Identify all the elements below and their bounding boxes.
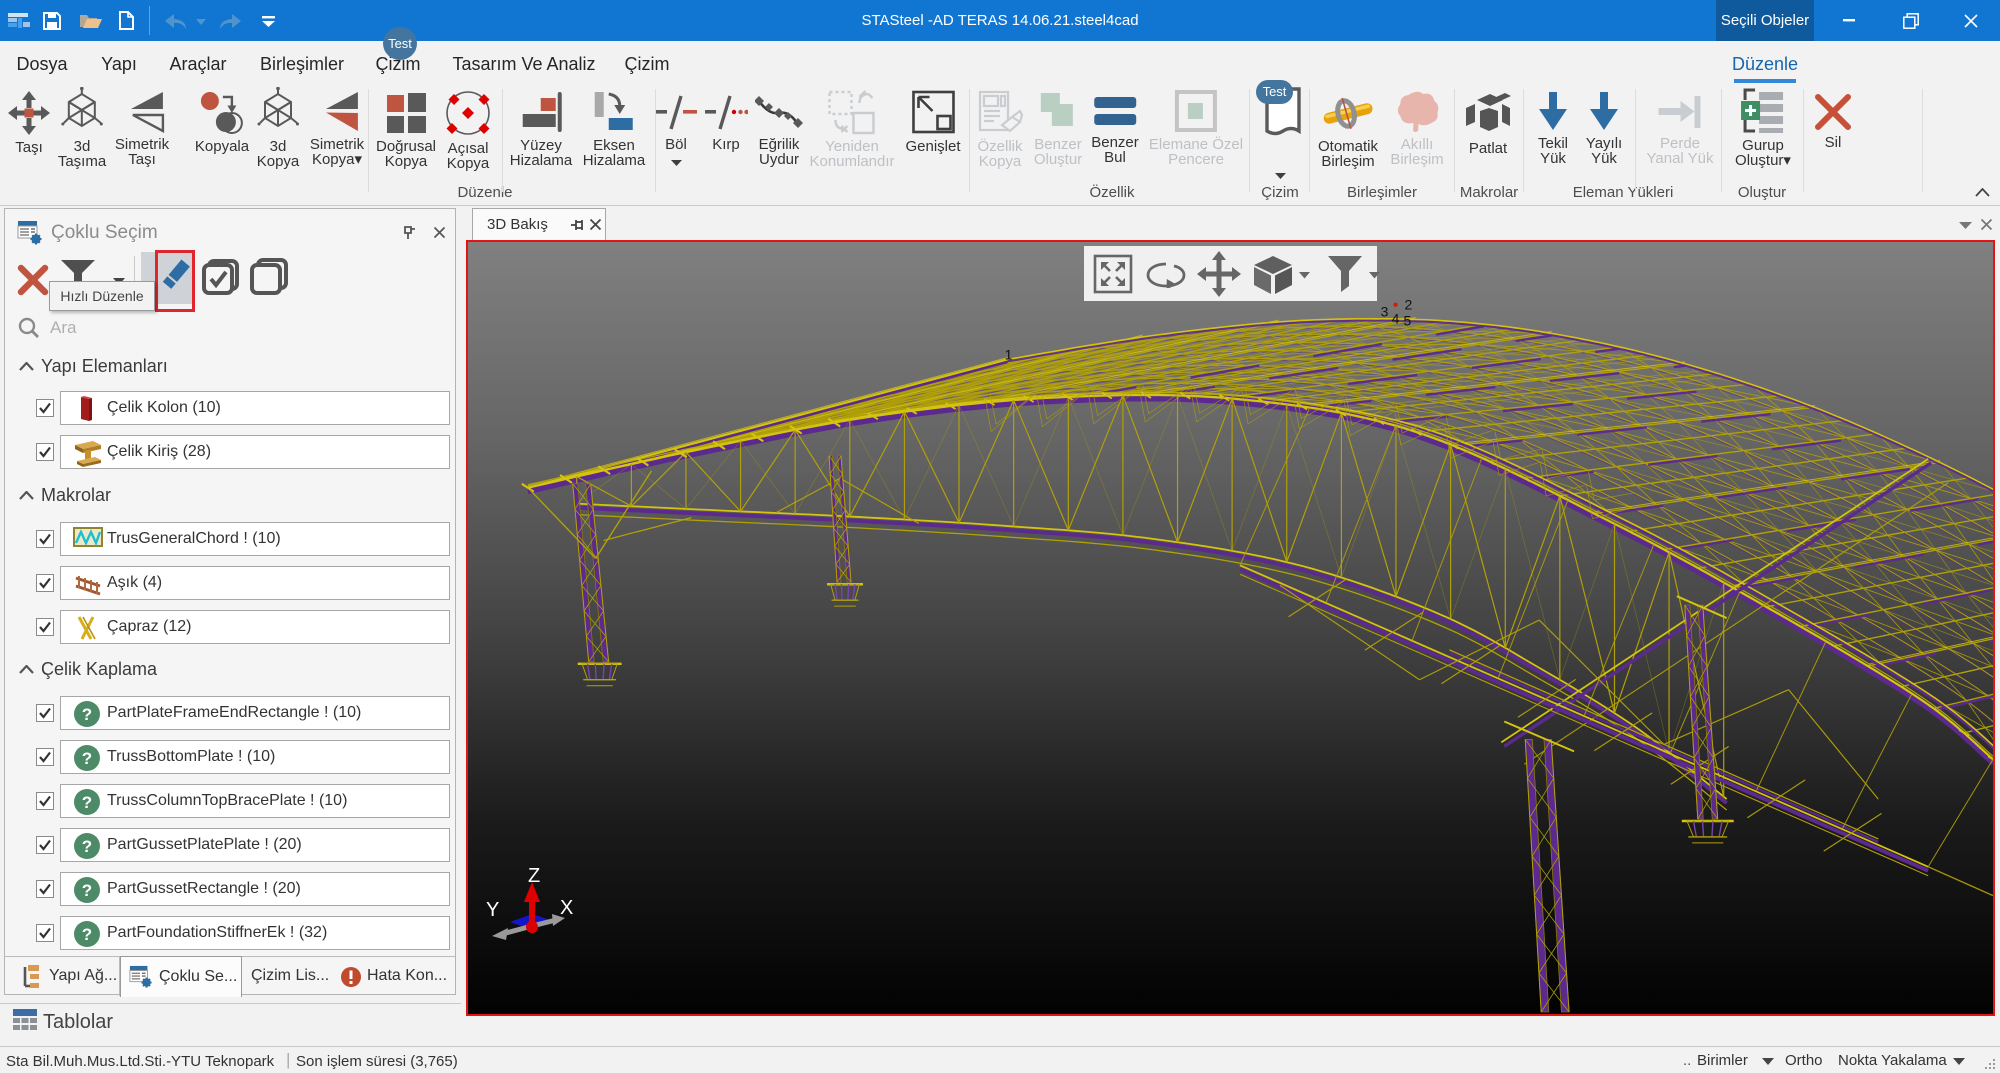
svg-text:5: 5	[1404, 313, 1412, 329]
svg-text:?: ?	[82, 925, 92, 944]
svg-text:?: ?	[82, 837, 92, 856]
svg-text:3: 3	[1381, 304, 1389, 320]
svg-text:Y: Y	[486, 899, 499, 921]
svg-text:1: 1	[1005, 346, 1013, 362]
svg-text:4: 4	[1392, 311, 1400, 327]
svg-text:2: 2	[1405, 297, 1413, 313]
svg-text:?: ?	[82, 793, 92, 812]
svg-text:?: ?	[82, 705, 92, 724]
svg-text:X: X	[560, 897, 573, 919]
svg-text:?: ?	[82, 881, 92, 900]
svg-text:Z: Z	[528, 865, 540, 887]
svg-text:?: ?	[82, 749, 92, 768]
